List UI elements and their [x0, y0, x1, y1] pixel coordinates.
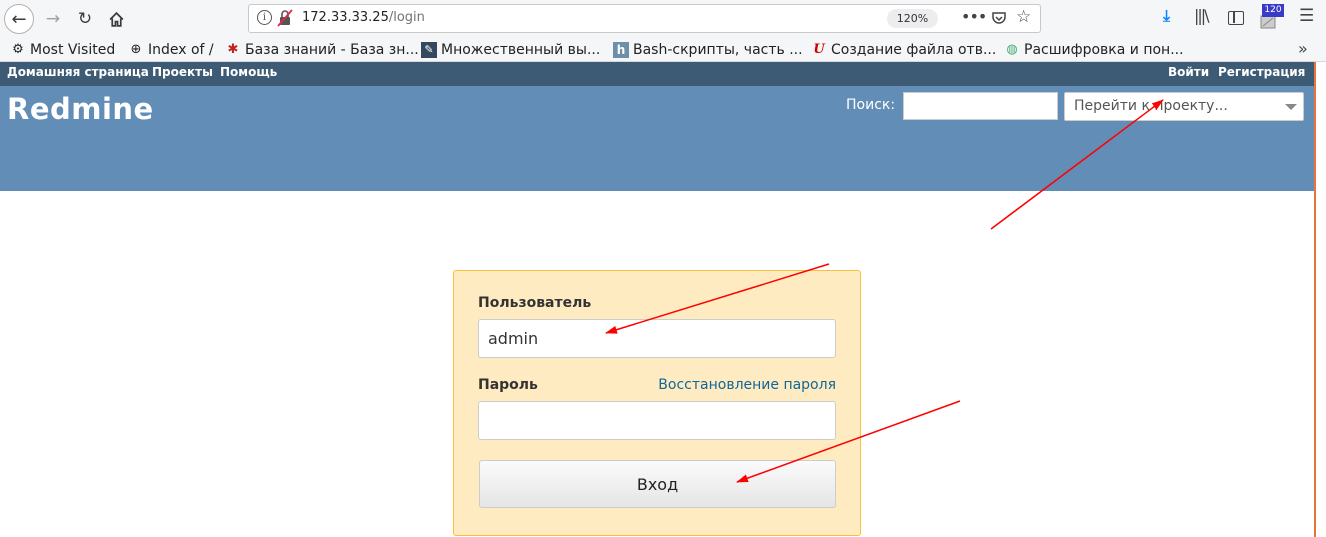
download-icon[interactable]: ⤓	[1163, 6, 1170, 26]
bookmark-label: База знаний - База зн...	[245, 42, 419, 58]
page-scrollbar[interactable]	[1314, 62, 1326, 537]
menu-icon[interactable]: ☰	[1299, 6, 1314, 26]
bookmark-label: Создание файла отв...	[831, 42, 997, 58]
scrollbar-thumb[interactable]	[1314, 62, 1316, 537]
url-text[interactable]: 172.33.33.25/login	[302, 10, 425, 25]
bookmark-star-icon[interactable]: ☆	[1016, 7, 1031, 27]
bookmark-label: Расшифровка и пон...	[1024, 42, 1184, 58]
bookmarks-overflow-icon[interactable]: »	[1298, 39, 1308, 58]
url-path: /login	[388, 10, 425, 25]
project-jump-select[interactable]: Перейти к проекту...	[1064, 92, 1304, 121]
reload-icon: ↻	[77, 9, 93, 29]
username-field[interactable]	[478, 319, 836, 358]
search-label: Поиск:	[846, 97, 896, 113]
globe-color-icon: ◍	[1006, 42, 1018, 57]
browser-toolbar: ← → ↻ i 172.33.33.25/login 120% ••• ☆ ⤓ …	[0, 0, 1326, 38]
zoom-indicator[interactable]: 120%	[887, 9, 938, 28]
pen-icon: ✎	[421, 42, 437, 58]
search-input[interactable]	[903, 92, 1058, 120]
bookmark-file-creation[interactable]: U Создание файла отв...	[811, 40, 996, 60]
bookmark-label: Most Visited	[30, 42, 116, 58]
redmine-page: Домашняя страница Проекты Помощь Войти Р…	[0, 62, 1314, 537]
url-host: 172.33.33.25	[302, 10, 389, 25]
top-menu-home[interactable]: Домашняя страница	[7, 65, 149, 79]
bookmark-most-visited[interactable]: ⚙ Most Visited	[10, 40, 115, 60]
bookmark-label: Bash-скрипты, часть ...	[633, 42, 803, 58]
chevron-down-icon	[1285, 104, 1297, 110]
password-label: Пароль	[478, 377, 538, 393]
h-icon: h	[613, 42, 629, 58]
url-bar[interactable]: i 172.33.33.25/login 120% ••• ☆	[248, 4, 1041, 33]
forward-button[interactable]: →	[38, 5, 68, 33]
top-menu-login[interactable]: Войти	[1168, 65, 1209, 79]
username-label: Пользователь	[478, 295, 592, 311]
lost-password-link[interactable]: Восстановление пароля	[658, 377, 836, 393]
header: Redmine Поиск: Перейти к проекту...	[0, 86, 1314, 191]
library-icon[interactable]: |||\	[1194, 6, 1210, 25]
top-menu-register[interactable]: Регистрация	[1218, 65, 1305, 79]
globe-icon: ⊕	[130, 42, 142, 57]
bookmark-bash-scripts[interactable]: h Bash-скрипты, часть ...	[613, 40, 803, 60]
home-icon	[109, 11, 123, 27]
top-menu-help[interactable]: Помощь	[220, 65, 277, 79]
top-menu-projects[interactable]: Проекты	[152, 65, 213, 79]
top-menu: Домашняя страница Проекты Помощь Войти Р…	[0, 62, 1314, 86]
bookmarks-bar: ⚙ Most Visited ⊕ Index of / ✱ База знаний -…	[0, 38, 1326, 62]
page-actions-icon[interactable]: •••	[961, 7, 987, 26]
login-form: Пользователь Пароль Восстановление парол…	[453, 270, 861, 536]
forward-icon: →	[45, 9, 61, 29]
site-title[interactable]: Redmine	[7, 92, 154, 126]
bookmark-index-of[interactable]: ⊕ Index of /	[128, 40, 214, 60]
bookmark-knowledge-base[interactable]: ✱ База знаний - База зн...	[225, 40, 419, 60]
back-button[interactable]: ←	[4, 4, 34, 34]
reload-button[interactable]: ↻	[70, 5, 100, 33]
project-select-value: Перейти к проекту...	[1074, 98, 1228, 114]
bookmark-label: Множественный вы...	[441, 42, 601, 58]
bookmark-decoding[interactable]: ◍ Расшифровка и пон...	[1004, 40, 1184, 60]
sidebar-icon[interactable]	[1228, 11, 1244, 25]
password-field[interactable]	[478, 401, 836, 440]
bookmark-label: Index of /	[148, 42, 214, 58]
login-button[interactable]: Вход	[479, 460, 836, 508]
gear-icon: ⚙	[12, 42, 24, 57]
bug-icon: ✱	[227, 42, 239, 57]
pocket-icon[interactable]	[991, 10, 1007, 26]
info-icon[interactable]: i	[257, 10, 272, 25]
insecure-lock-icon[interactable]	[277, 9, 293, 27]
bookmark-multiple-choice[interactable]: ✎ Множественный вы...	[421, 40, 600, 60]
home-button[interactable]	[101, 5, 131, 33]
extension-badge: 120	[1262, 4, 1284, 17]
u-icon: U	[813, 42, 825, 57]
back-icon: ←	[11, 8, 27, 30]
